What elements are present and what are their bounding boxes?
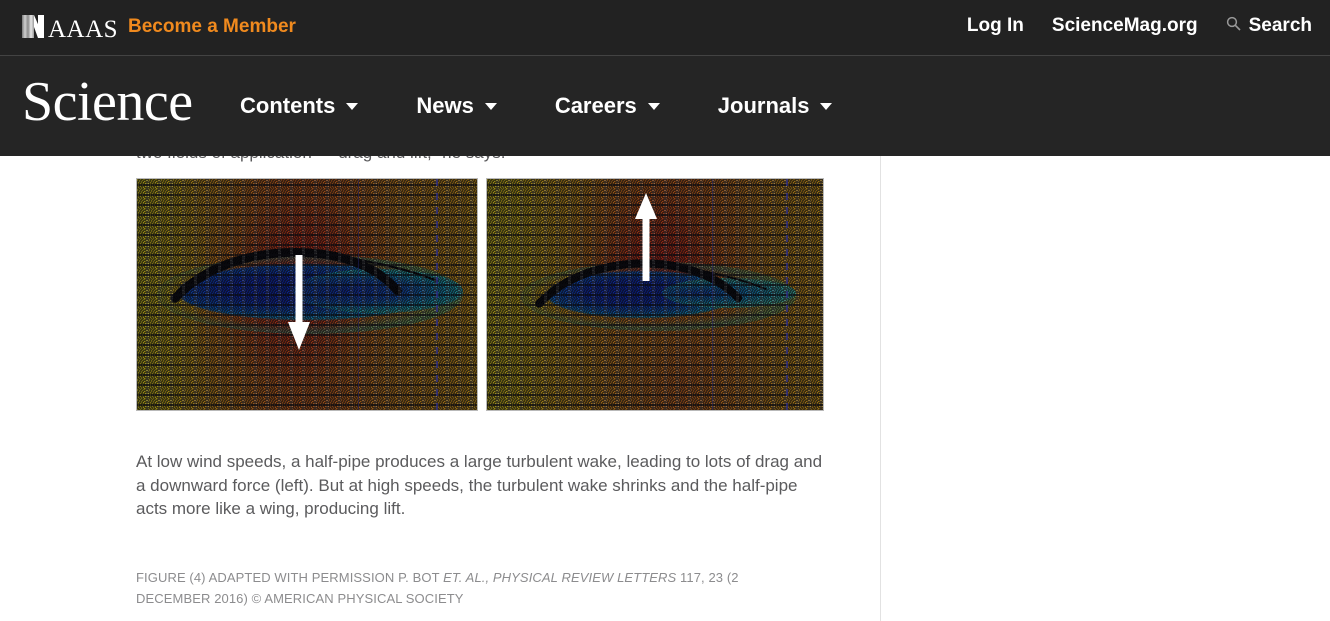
search-label: Search (1248, 15, 1312, 36)
mesh-gridline-dashed (786, 179, 789, 410)
utility-bar: AAAS Become a Member Log In ScienceMag.o… (0, 0, 1330, 56)
nav-item-careers[interactable]: Careers (555, 93, 660, 119)
force-arrow-down (288, 255, 311, 351)
sciencemag-link[interactable]: ScienceMag.org (1052, 15, 1198, 37)
figure-credit: FIGURE (4) ADAPTED WITH PERMISSION P. BO… (136, 567, 796, 609)
nav-item-label: Contents (240, 93, 336, 118)
log-in-link[interactable]: Log In (967, 15, 1024, 37)
nav-item-label: News (416, 93, 474, 118)
nav-item-journals[interactable]: Journals (718, 93, 833, 119)
nav-item-label: Journals (717, 93, 810, 118)
force-arrow-up (634, 192, 657, 281)
search-icon (1226, 16, 1241, 36)
credit-source-italic: ET. AL., PHYSICAL REVIEW LETTERS (443, 570, 677, 585)
cfd-panel-low-speed (136, 178, 478, 411)
search-button[interactable]: Search (1226, 15, 1312, 37)
main-navigation-bar: Science Contents News Careers Journals (0, 56, 1330, 156)
aaas-wordmark: AAAS (48, 15, 119, 43)
nav-item-contents[interactable]: Contents (240, 93, 359, 119)
nav-items: Contents News Careers Journals (240, 56, 833, 156)
aaas-wedge-logo-icon (20, 13, 46, 45)
mesh-gridline (358, 179, 359, 410)
article-figure (136, 178, 842, 411)
mesh-gridline-dashed (436, 179, 439, 410)
figure-caption: At low wind speeds, a half-pipe produces… (136, 452, 823, 518)
chevron-down-icon (346, 102, 359, 110)
credit-prefix: FIGURE (4) ADAPTED WITH PERMISSION P. BO… (136, 570, 444, 585)
content-sidebar-divider (880, 156, 881, 621)
cfd-panel-high-speed (486, 178, 824, 411)
become-a-member-link[interactable]: Become a Member (128, 16, 296, 38)
chevron-down-icon (647, 102, 660, 110)
mesh-gridline (712, 179, 714, 410)
nav-item-news[interactable]: News (416, 93, 497, 119)
science-brand-logo[interactable]: Science (22, 74, 193, 130)
chevron-down-icon (820, 102, 833, 110)
aaas-logo[interactable]: AAAS (20, 13, 118, 45)
site-header: AAAS Become a Member Log In ScienceMag.o… (0, 0, 1330, 156)
page-root: two fields of application — drag and lif… (0, 0, 1330, 621)
chevron-down-icon (484, 102, 497, 110)
figure-panels (136, 178, 842, 411)
utility-links: Log In ScienceMag.org Search (967, 15, 1312, 37)
nav-item-label: Careers (554, 93, 637, 118)
